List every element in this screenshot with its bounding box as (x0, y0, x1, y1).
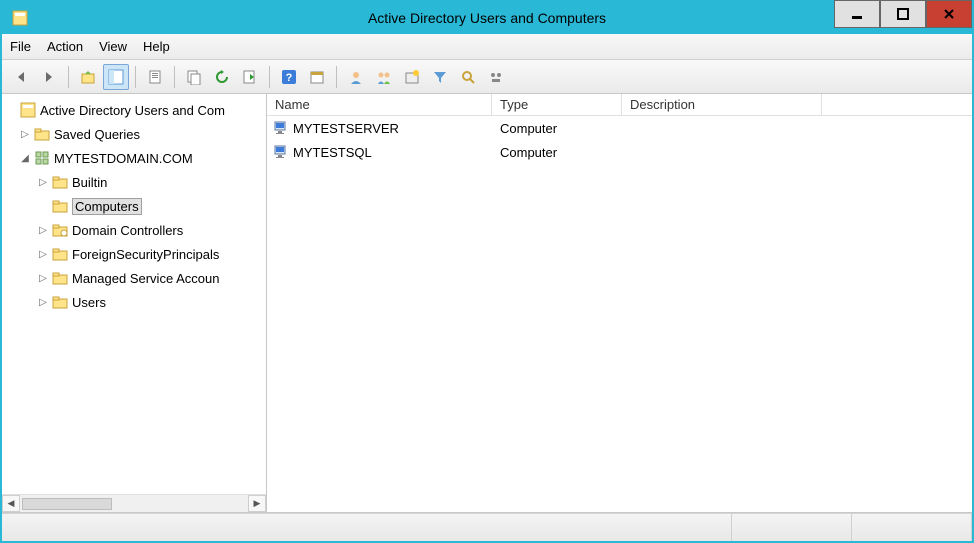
up-button[interactable] (75, 64, 101, 90)
tree-label: Managed Service Accoun (72, 271, 219, 286)
window-title: Active Directory Users and Computers (368, 10, 606, 26)
content-area: Active Directory Users and Com ▷ Saved Q… (2, 94, 972, 513)
properties-icon[interactable] (181, 64, 207, 90)
menu-action[interactable]: Action (47, 39, 83, 54)
expand-icon[interactable]: ▷ (36, 175, 50, 189)
ad-root-icon (20, 102, 36, 118)
scroll-right-icon[interactable]: ▶ (248, 495, 266, 512)
status-pane (2, 514, 732, 541)
tree-label: Computers (72, 198, 142, 215)
tree-panel: Active Directory Users and Com ▷ Saved Q… (2, 94, 267, 512)
status-pane (732, 514, 852, 541)
help-icon[interactable]: ? (276, 64, 302, 90)
tree-saved-queries[interactable]: ▷ Saved Queries (2, 122, 266, 146)
app-icon (12, 10, 28, 26)
toolbar-separator (174, 66, 175, 88)
tree-label: Builtin (72, 175, 107, 190)
list-panel: Name Type Description MYTESTSERVER Compu… (267, 94, 972, 512)
expand-icon[interactable]: ▷ (18, 127, 32, 141)
ou-icon (52, 222, 68, 238)
list-body[interactable]: MYTESTSERVER Computer MYTESTSQL Computer (267, 116, 972, 512)
export-icon[interactable] (237, 64, 263, 90)
tree-label: ForeignSecurityPrincipals (72, 247, 219, 262)
tree-label: MYTESTDOMAIN.COM (54, 151, 193, 166)
domain-icon (34, 150, 50, 166)
folder-icon (34, 126, 50, 142)
statusbar (2, 513, 972, 541)
toolbar: ? (2, 60, 972, 94)
new-object-icon[interactable] (399, 64, 425, 90)
toolbar-separator (269, 66, 270, 88)
tree-view[interactable]: Active Directory Users and Com ▷ Saved Q… (2, 94, 266, 494)
list-cell-type: Computer (492, 121, 622, 136)
calendar-icon[interactable] (304, 64, 330, 90)
menu-view[interactable]: View (99, 39, 127, 54)
minimize-button[interactable] (834, 0, 880, 28)
expand-icon[interactable]: ▷ (36, 223, 50, 237)
find-icon[interactable] (455, 64, 481, 90)
cut-icon[interactable] (142, 64, 168, 90)
list-row[interactable]: MYTESTSQL Computer (267, 140, 972, 164)
menubar: File Action View Help (2, 34, 972, 60)
list-header: Name Type Description (267, 94, 972, 116)
tree-users[interactable]: ▷ Users (2, 290, 266, 314)
filter-icon[interactable] (427, 64, 453, 90)
close-button[interactable] (926, 0, 972, 28)
tree-root[interactable]: Active Directory Users and Com (2, 98, 266, 122)
toolbar-separator (135, 66, 136, 88)
maximize-button[interactable] (880, 0, 926, 28)
tree-computers[interactable]: Computers (2, 194, 266, 218)
scroll-track[interactable] (20, 495, 248, 512)
toolbar-separator (68, 66, 69, 88)
expand-icon[interactable]: ▷ (36, 271, 50, 285)
window: Active Directory Users and Computers Fil… (0, 0, 974, 543)
tree-label: Domain Controllers (72, 223, 183, 238)
add-criteria-icon[interactable] (483, 64, 509, 90)
group-icon[interactable] (371, 64, 397, 90)
column-description[interactable]: Description (622, 94, 822, 115)
folder-icon (52, 198, 68, 214)
menu-help[interactable]: Help (143, 39, 170, 54)
refresh-icon[interactable] (209, 64, 235, 90)
expand-icon[interactable]: ▷ (36, 247, 50, 261)
user-icon[interactable] (343, 64, 369, 90)
folder-icon (52, 270, 68, 286)
tree-msa[interactable]: ▷ Managed Service Accoun (2, 266, 266, 290)
list-cell-type: Computer (492, 145, 622, 160)
column-type[interactable]: Type (492, 94, 622, 115)
blank-expander (4, 103, 18, 117)
computer-icon (273, 120, 289, 136)
list-row[interactable]: MYTESTSERVER Computer (267, 116, 972, 140)
tree-horizontal-scrollbar[interactable]: ◀ ▶ (2, 494, 266, 512)
tree-domain-controllers[interactable]: ▷ Domain Controllers (2, 218, 266, 242)
menu-file[interactable]: File (10, 39, 31, 54)
titlebar: Active Directory Users and Computers (2, 2, 972, 34)
status-pane (852, 514, 972, 541)
collapse-icon[interactable]: ◢ (18, 151, 32, 165)
blank-expander (36, 199, 50, 213)
tree-domain[interactable]: ◢ MYTESTDOMAIN.COM (2, 146, 266, 170)
scroll-thumb[interactable] (22, 498, 112, 510)
folder-icon (52, 294, 68, 310)
svg-text:?: ? (286, 72, 293, 84)
column-name[interactable]: Name (267, 94, 492, 115)
tree-fsp[interactable]: ▷ ForeignSecurityPrincipals (2, 242, 266, 266)
tree-builtin[interactable]: ▷ Builtin (2, 170, 266, 194)
folder-icon (52, 174, 68, 190)
expand-icon[interactable]: ▷ (36, 295, 50, 309)
computer-icon (273, 144, 289, 160)
list-cell-name: MYTESTSERVER (293, 121, 399, 136)
list-cell-name: MYTESTSQL (293, 145, 372, 160)
window-controls (834, 2, 972, 34)
folder-icon (52, 246, 68, 262)
back-button[interactable] (8, 64, 34, 90)
scroll-left-icon[interactable]: ◀ (2, 495, 20, 512)
tree-label: Users (72, 295, 106, 310)
tree-label: Saved Queries (54, 127, 140, 142)
forward-button[interactable] (36, 64, 62, 90)
tree-root-label: Active Directory Users and Com (40, 103, 225, 118)
toolbar-separator (336, 66, 337, 88)
show-hide-tree-button[interactable] (103, 64, 129, 90)
